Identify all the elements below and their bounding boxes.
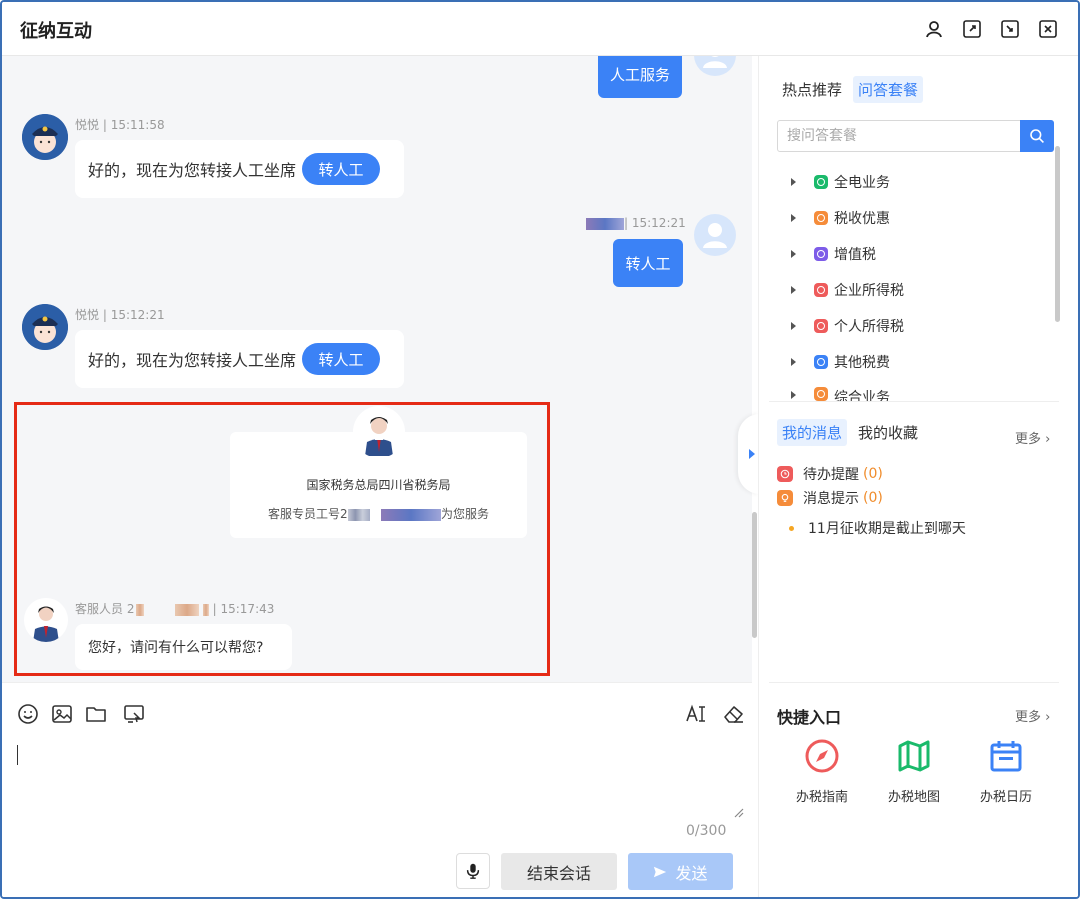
- transfer-human-button[interactable]: 转人工: [302, 343, 381, 375]
- char-counter: 0/300: [686, 823, 727, 839]
- category-item[interactable]: 增值税: [791, 243, 876, 265]
- search-button[interactable]: [1020, 120, 1054, 152]
- emoji-icon[interactable]: [17, 703, 39, 725]
- minimize-icon[interactable]: [999, 18, 1021, 40]
- tab-my-messages[interactable]: 我的消息: [777, 419, 848, 446]
- user-message: 转人工: [613, 239, 683, 287]
- category-item[interactable]: 综合业务: [791, 387, 890, 401]
- reminder-count: (0): [863, 490, 883, 506]
- user-avatar: [694, 214, 736, 256]
- image-icon[interactable]: [51, 703, 73, 725]
- message-time: 15:11:58: [110, 118, 165, 132]
- app-window: 征纳互动 人工服务 悦悦 | 15:11:58 好的，现在为您转接人工坐席 转人: [0, 0, 1080, 899]
- microphone-icon: [466, 863, 480, 879]
- category-item[interactable]: 个人所得税: [791, 315, 904, 337]
- sender-name: 悦悦: [75, 118, 100, 132]
- bot-message: 好的，现在为您转接人工坐席 转人工: [75, 140, 404, 198]
- tab-qa-package[interactable]: 问答套餐: [853, 76, 924, 103]
- reminder-message[interactable]: 消息提示 (0): [777, 488, 883, 508]
- quick-item-calendar[interactable]: 办税日历: [966, 738, 1046, 805]
- category-icon: [814, 319, 828, 333]
- messages-more-link[interactable]: 更多 ›: [1015, 428, 1050, 447]
- redacted-username: [586, 217, 624, 230]
- reminder-todo[interactable]: 待办提醒 (0): [777, 464, 883, 484]
- search-icon: [1030, 129, 1044, 143]
- send-label: 发送: [675, 863, 708, 883]
- window-title: 征纳互动: [20, 21, 92, 42]
- quick-item-guide[interactable]: 办税指南: [782, 738, 862, 805]
- message-time: 15:12:21: [110, 308, 165, 322]
- user-icon[interactable]: [923, 18, 945, 40]
- close-icon[interactable]: [1037, 18, 1059, 40]
- voice-button[interactable]: [456, 853, 490, 889]
- eraser-icon[interactable]: [722, 703, 744, 725]
- category-item[interactable]: 其他税费: [791, 351, 890, 373]
- send-button[interactable]: 发送: [628, 853, 733, 890]
- sender-name: 悦悦: [75, 308, 100, 322]
- map-icon: [898, 740, 930, 772]
- caret-right-icon: [791, 391, 796, 399]
- text-caret: [17, 745, 18, 765]
- caret-right-icon: [791, 358, 796, 366]
- caret-right-icon: [749, 449, 755, 459]
- screenshot-icon[interactable]: [123, 703, 145, 725]
- qa-search-input[interactable]: [778, 121, 1008, 151]
- caret-right-icon: [791, 286, 796, 294]
- message-input[interactable]: [16, 737, 746, 817]
- user-avatar: [694, 56, 736, 76]
- reminder-count: (0): [863, 466, 883, 482]
- caret-right-icon: [791, 322, 796, 330]
- transfer-human-button[interactable]: 转人工: [302, 153, 381, 185]
- panel-collapse-toggle[interactable]: [738, 414, 760, 494]
- caret-right-icon: [791, 178, 796, 186]
- category-icon: [814, 283, 828, 297]
- quick-entry-title: 快捷入口: [777, 708, 842, 727]
- send-icon: [654, 866, 667, 877]
- highlight-box: [14, 402, 550, 676]
- category-icon: [814, 387, 828, 401]
- divider: [769, 682, 1059, 683]
- bot-message-text: 好的，现在为您转接人工坐席: [88, 161, 297, 180]
- maximize-icon[interactable]: [961, 18, 983, 40]
- divider: [769, 401, 1059, 402]
- caret-right-icon: [791, 250, 796, 258]
- resize-handle-icon[interactable]: [734, 803, 744, 822]
- category-icon: [814, 355, 828, 369]
- category-item[interactable]: 全电业务: [791, 171, 890, 193]
- caret-right-icon: [791, 214, 796, 222]
- calendar-icon: [990, 741, 1022, 772]
- font-size-icon[interactable]: [685, 703, 707, 725]
- qa-search: [777, 120, 1054, 152]
- category-icon: [814, 211, 828, 225]
- quick-more-link[interactable]: 更多 ›: [1015, 706, 1050, 725]
- user-message: 人工服务: [598, 56, 682, 98]
- end-session-button[interactable]: 结束会话: [501, 853, 617, 890]
- clock-icon: [777, 466, 793, 482]
- compass-icon: [805, 739, 839, 773]
- category-scrollbar[interactable]: [1055, 146, 1060, 322]
- composer: 0/300 结束会话 发送: [2, 682, 752, 897]
- bullet: [789, 525, 794, 531]
- notice-item[interactable]: 11月征收期是截止到哪天: [789, 518, 966, 538]
- message-time: | 15:12:21: [624, 216, 686, 230]
- bot-message: 好的，现在为您转接人工坐席 转人工: [75, 330, 404, 388]
- bot-message-text: 好的，现在为您转接人工坐席: [88, 351, 297, 370]
- category-item[interactable]: 税收优惠: [791, 207, 890, 229]
- bulb-icon: [777, 490, 793, 506]
- chat-scrollbar[interactable]: [752, 512, 757, 638]
- category-icon: [814, 247, 828, 261]
- quick-item-map[interactable]: 办税地图: [874, 738, 954, 805]
- bot-avatar: [22, 114, 68, 160]
- category-icon: [814, 175, 828, 189]
- title-bar: 征纳互动: [2, 2, 1078, 56]
- tab-my-favorites[interactable]: 我的收藏: [853, 419, 923, 446]
- folder-icon[interactable]: [85, 703, 107, 725]
- bot-avatar: [22, 304, 68, 350]
- category-item[interactable]: 企业所得税: [791, 279, 904, 301]
- tab-hot-recommend[interactable]: 热点推荐: [777, 76, 847, 103]
